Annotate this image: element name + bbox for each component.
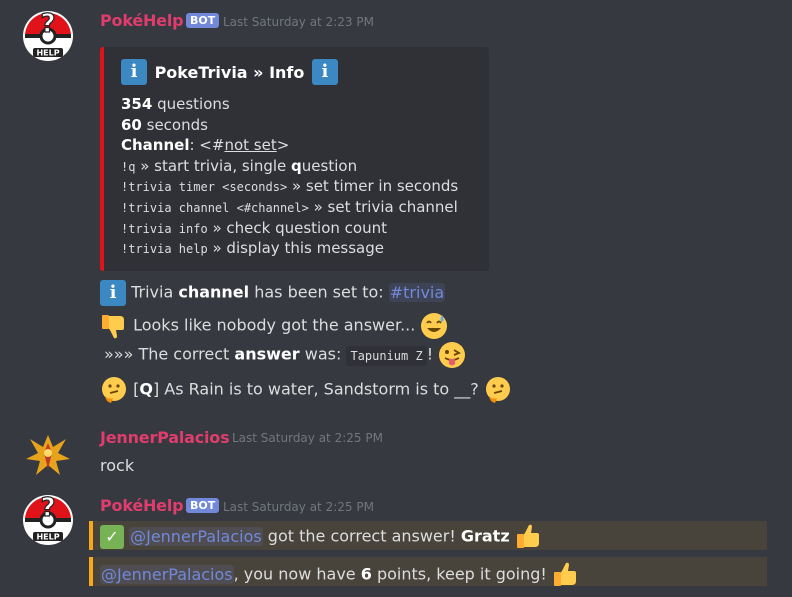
channel-not-set[interactable]: not set bbox=[224, 136, 276, 154]
svg-text:HELP: HELP bbox=[36, 533, 59, 542]
svg-text:HELP: HELP bbox=[36, 49, 59, 58]
thumbs-up-icon bbox=[516, 524, 539, 548]
info-icon: i bbox=[311, 59, 338, 85]
message-pokehelp-1: ? HELP PokéHelp BOT Last Saturday at 2:2… bbox=[0, 0, 792, 420]
username[interactable]: JennerPalacios bbox=[100, 428, 230, 447]
sweat-smile-icon bbox=[421, 313, 448, 339]
svg-text:?: ? bbox=[40, 10, 55, 39]
thinking-face-icon bbox=[102, 377, 126, 403]
embed-command: !q » start trivia, single question bbox=[121, 157, 358, 175]
answer-code: Tapunium Z bbox=[346, 345, 427, 366]
embed-seconds: 60 seconds bbox=[121, 116, 208, 134]
message-text: rock bbox=[100, 456, 135, 475]
timestamp: Last Saturday at 2:25 PM bbox=[232, 431, 383, 445]
pokehelp-avatar[interactable]: ? HELP bbox=[22, 494, 74, 546]
correct-answer-congrats: ✓ @JennerPalacios got the correct answer… bbox=[100, 523, 543, 551]
bot-tag: BOT bbox=[186, 13, 220, 28]
tongue-out-icon bbox=[439, 342, 466, 368]
trivia-info-embed: i PokeTrivia » Info i 354 questions 60 s… bbox=[100, 47, 489, 271]
message-pokehelp-2: ? HELP PokéHelp BOT Last Saturday at 2:2… bbox=[0, 485, 792, 597]
embed-command: !trivia channel <#channel> » set trivia … bbox=[121, 198, 458, 216]
embed-title: i PokeTrivia » Info i bbox=[121, 59, 338, 85]
svg-text:?: ? bbox=[40, 494, 55, 523]
timestamp: Last Saturday at 2:23 PM bbox=[223, 15, 374, 29]
message-jennerpalacios: JennerPalacios Last Saturday at 2:25 PM … bbox=[0, 420, 792, 485]
channel-mention[interactable]: #trivia bbox=[388, 282, 446, 302]
thumbs-down-icon bbox=[102, 315, 124, 339]
embed-command: !trivia help » display this message bbox=[121, 239, 384, 257]
pokehelp-avatar[interactable]: ? HELP bbox=[22, 10, 74, 62]
channel-set-line: i Trivia channel has been set to: #trivi… bbox=[100, 280, 446, 306]
correct-answer-line: »»» The correct answer was: Tapunium Z! bbox=[104, 341, 466, 369]
points-line: @JennerPalacios, you now have 6 points, … bbox=[100, 561, 580, 589]
embed-command: !trivia timer <seconds> » set timer in s… bbox=[121, 177, 459, 195]
embed-command: !trivia info » check question count bbox=[121, 219, 387, 237]
timestamp: Last Saturday at 2:25 PM bbox=[223, 500, 374, 514]
thinking-face-icon bbox=[485, 377, 510, 403]
thumbs-up-icon bbox=[553, 562, 576, 586]
username[interactable]: PokéHelp bbox=[100, 496, 184, 515]
user-avatar[interactable] bbox=[22, 429, 74, 481]
trivia-question-line: [Q] As Rain is to water, Sandstorm is to… bbox=[100, 376, 512, 404]
info-icon: i bbox=[121, 59, 147, 85]
info-icon: i bbox=[100, 280, 126, 306]
user-mention[interactable]: @JennerPalacios bbox=[129, 526, 263, 546]
embed-questions: 354 questions bbox=[121, 95, 230, 113]
check-icon: ✓ bbox=[100, 525, 124, 549]
username[interactable]: PokéHelp bbox=[100, 11, 184, 30]
bot-tag: BOT bbox=[186, 498, 220, 513]
user-mention[interactable]: @JennerPalacios bbox=[100, 564, 234, 584]
nobody-answered-line: Looks like nobody got the answer... bbox=[100, 312, 448, 340]
embed-channel: Channel: <#not set> bbox=[121, 136, 290, 154]
